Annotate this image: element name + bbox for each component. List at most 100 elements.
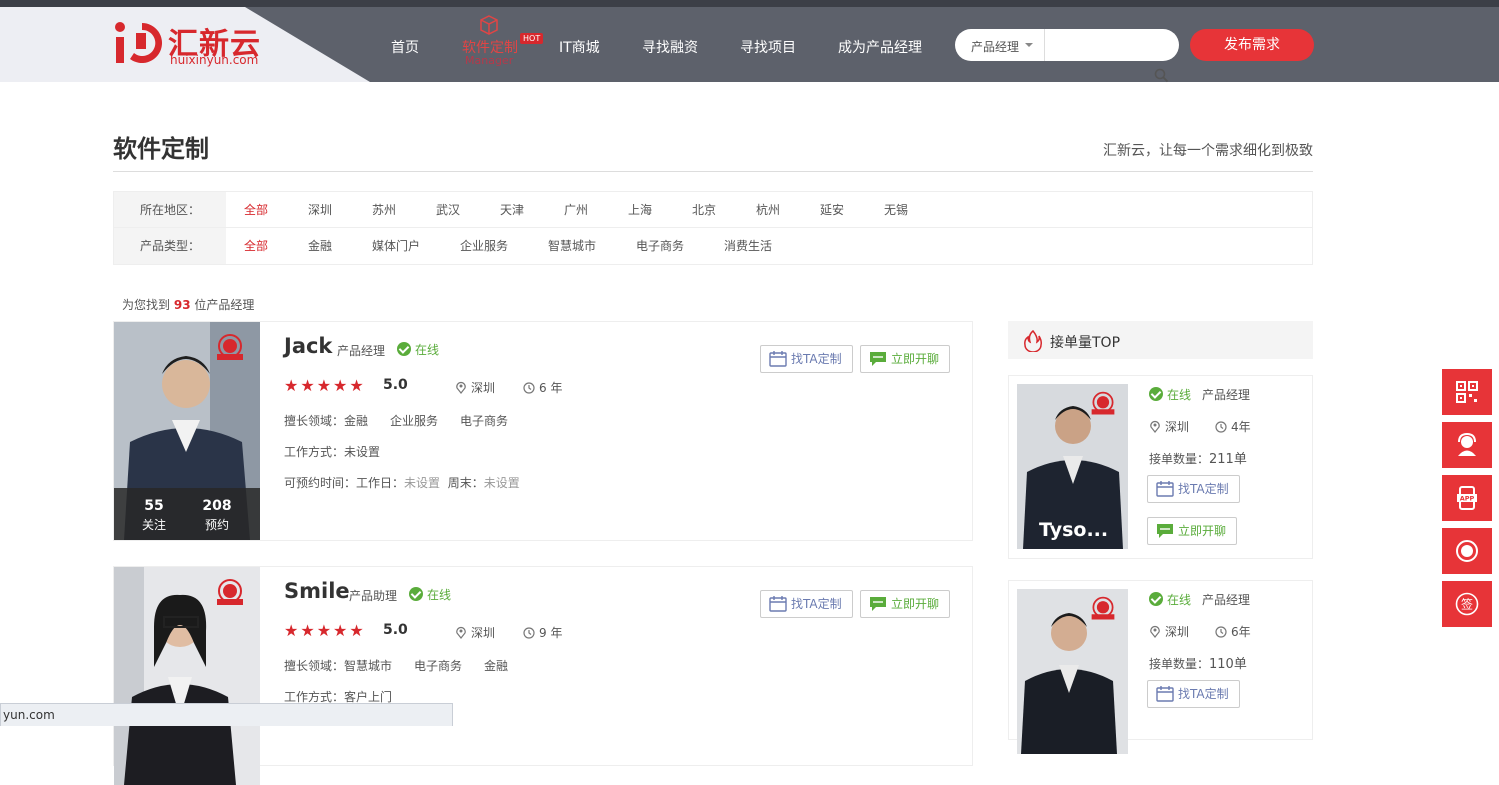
medal-icon — [1091, 391, 1115, 415]
region-option[interactable]: 天津 — [500, 192, 524, 228]
app-icon: APP — [1457, 486, 1477, 510]
region-option[interactable]: 广州 — [564, 192, 588, 228]
publish-request-button[interactable]: 发布需求 — [1190, 29, 1314, 61]
type-option[interactable]: 电子商务 — [636, 228, 684, 264]
region-option[interactable]: 上海 — [628, 192, 652, 228]
nav-sub-label: Manager — [465, 54, 514, 67]
fields-label: 擅长领域： — [284, 659, 345, 673]
fields-label: 擅长领域： — [284, 414, 345, 428]
rating-stars: ★★★★★ — [284, 376, 366, 395]
region-option[interactable]: 武汉 — [436, 192, 460, 228]
pm-photo[interactable]: 55 关注 208 预约 — [114, 322, 260, 540]
type-option[interactable]: 金融 — [308, 228, 332, 264]
pm-name[interactable]: Jack — [284, 334, 332, 358]
chat-icon — [870, 597, 886, 611]
top-pm-city: 深圳 — [1165, 625, 1190, 639]
top-pm-role: 产品经理 — [1202, 388, 1251, 402]
record-button[interactable] — [1442, 528, 1492, 574]
pm-experience: 6 年 — [539, 381, 563, 395]
chat-icon — [870, 352, 886, 366]
results-suffix: 位产品经理 — [194, 298, 255, 312]
calendar-icon — [769, 351, 787, 367]
customer-service-button[interactable] — [1442, 422, 1492, 468]
work-mode-value: 未设置 — [344, 445, 381, 459]
top-pm-photo[interactable] — [1017, 589, 1128, 754]
orders-count: 110单 — [1209, 657, 1247, 672]
chat-now-label: 立即开聊 — [891, 597, 940, 611]
rating-stars: ★★★★★ — [284, 621, 366, 640]
work-mode-value: 客户上门 — [344, 690, 393, 704]
region-option[interactable]: 苏州 — [372, 192, 396, 228]
custom-request-button[interactable]: 找TA定制 — [760, 590, 853, 618]
top-pm-experience: 6年 — [1231, 625, 1251, 639]
region-option[interactable]: 全部 — [244, 192, 268, 228]
search-icon[interactable] — [1154, 68, 1169, 83]
rating-score: 5.0 — [383, 377, 408, 393]
region-option[interactable]: 无锡 — [884, 192, 908, 228]
region-option[interactable]: 深圳 — [308, 192, 332, 228]
top-pm-experience: 4年 — [1231, 420, 1251, 434]
field-tag: 电子商务 — [414, 659, 463, 673]
pm-photo[interactable] — [114, 567, 260, 785]
region-option[interactable]: 延安 — [820, 192, 844, 228]
region-option[interactable]: 杭州 — [756, 192, 780, 228]
field-tag: 金融 — [344, 414, 369, 428]
search-input[interactable] — [1050, 33, 1170, 57]
pm-card[interactable]: Smile 产品助理 在线 ★★★★★ 5.0 深圳 9 年 擅长领域：智慧城市… — [113, 566, 973, 785]
nav-home[interactable]: 首页 — [391, 37, 419, 57]
pm-role: 产品助理 — [349, 589, 398, 603]
type-option[interactable]: 媒体门户 — [372, 228, 420, 264]
chat-now-button[interactable]: 立即开聊 — [1147, 517, 1238, 545]
sign-icon: 签 — [1455, 592, 1479, 616]
pm-fields: 擅长领域：金融 企业服务 电子商务 — [284, 412, 530, 429]
top-pm-years: 6年 — [1215, 623, 1251, 640]
nav-projects[interactable]: 寻找项目 — [740, 37, 796, 57]
top-pm-card[interactable]: Tyso... 在线 产品经理 深圳 4年 接单数量：211单 找TA定制 立即… — [1008, 375, 1313, 559]
field-tag: 企业服务 — [390, 414, 439, 428]
top-pm-years: 4年 — [1215, 418, 1251, 435]
custom-request-button[interactable]: 找TA定制 — [1147, 680, 1240, 708]
search-type-select[interactable]: 产品经理 — [971, 38, 1019, 55]
type-option[interactable]: 全部 — [244, 228, 268, 264]
type-option[interactable]: 智慧城市 — [548, 228, 596, 264]
region-option[interactable]: 北京 — [692, 192, 716, 228]
nav-become-pm[interactable]: 成为产品经理 — [838, 37, 922, 57]
booking-count: 208 — [202, 498, 232, 514]
online-status: 在线 — [1149, 591, 1191, 608]
top-pm-photo[interactable]: Tyso... — [1017, 384, 1128, 549]
page-title: 软件定制 — [113, 135, 209, 163]
pm-name[interactable]: Smile — [284, 579, 350, 603]
follow-stat[interactable]: 55 关注 — [124, 498, 184, 533]
top-pm-name: Tyso... — [1039, 519, 1109, 541]
type-option[interactable]: 消费生活 — [724, 228, 772, 264]
nav-it-mall[interactable]: IT商城 — [559, 37, 600, 57]
type-filter-label: 产品类型： — [114, 228, 226, 264]
custom-request-button[interactable]: 找TA定制 — [760, 345, 853, 373]
chat-now-label: 立即开聊 — [891, 352, 940, 366]
type-option[interactable]: 企业服务 — [460, 228, 508, 264]
pm-location: 深圳 — [455, 624, 495, 641]
field-tag: 金融 — [484, 659, 509, 673]
sign-in-button[interactable]: 签 — [1442, 581, 1492, 627]
chat-now-button[interactable]: 立即开聊 — [860, 590, 951, 618]
search-box: 产品经理 — [955, 29, 1179, 61]
chevron-down-icon[interactable] — [1025, 43, 1033, 47]
workday-value: 未设置 — [404, 476, 441, 490]
custom-request-button[interactable]: 找TA定制 — [1147, 475, 1240, 503]
app-label: APP — [1460, 495, 1475, 503]
check-circle-icon — [1149, 592, 1163, 606]
pm-stats: 55 关注 208 预约 — [114, 488, 260, 540]
qrcode-button[interactable] — [1442, 369, 1492, 415]
booking-stat: 208 预约 — [187, 498, 247, 533]
top-pm-location: 深圳 — [1149, 623, 1189, 640]
logo[interactable]: 汇新云 huixinyun.com — [0, 7, 370, 82]
app-download-button[interactable]: APP — [1442, 475, 1492, 521]
nav-financing[interactable]: 寻找融资 — [642, 37, 698, 57]
top-pm-card[interactable]: 在线 产品经理 深圳 6年 接单数量：110单 找TA定制 — [1008, 580, 1313, 754]
location-pin-icon — [1150, 420, 1160, 433]
pm-card[interactable]: 55 关注 208 预约 Jack 产品经理 在线 ★★★★★ 5.0 深圳 6… — [113, 321, 973, 541]
chat-now-button[interactable]: 立即开聊 — [860, 345, 951, 373]
pm-work-mode: 工作方式：未设置 — [284, 443, 380, 460]
record-icon — [1456, 540, 1478, 562]
top-pm-location: 深圳 — [1149, 418, 1189, 435]
